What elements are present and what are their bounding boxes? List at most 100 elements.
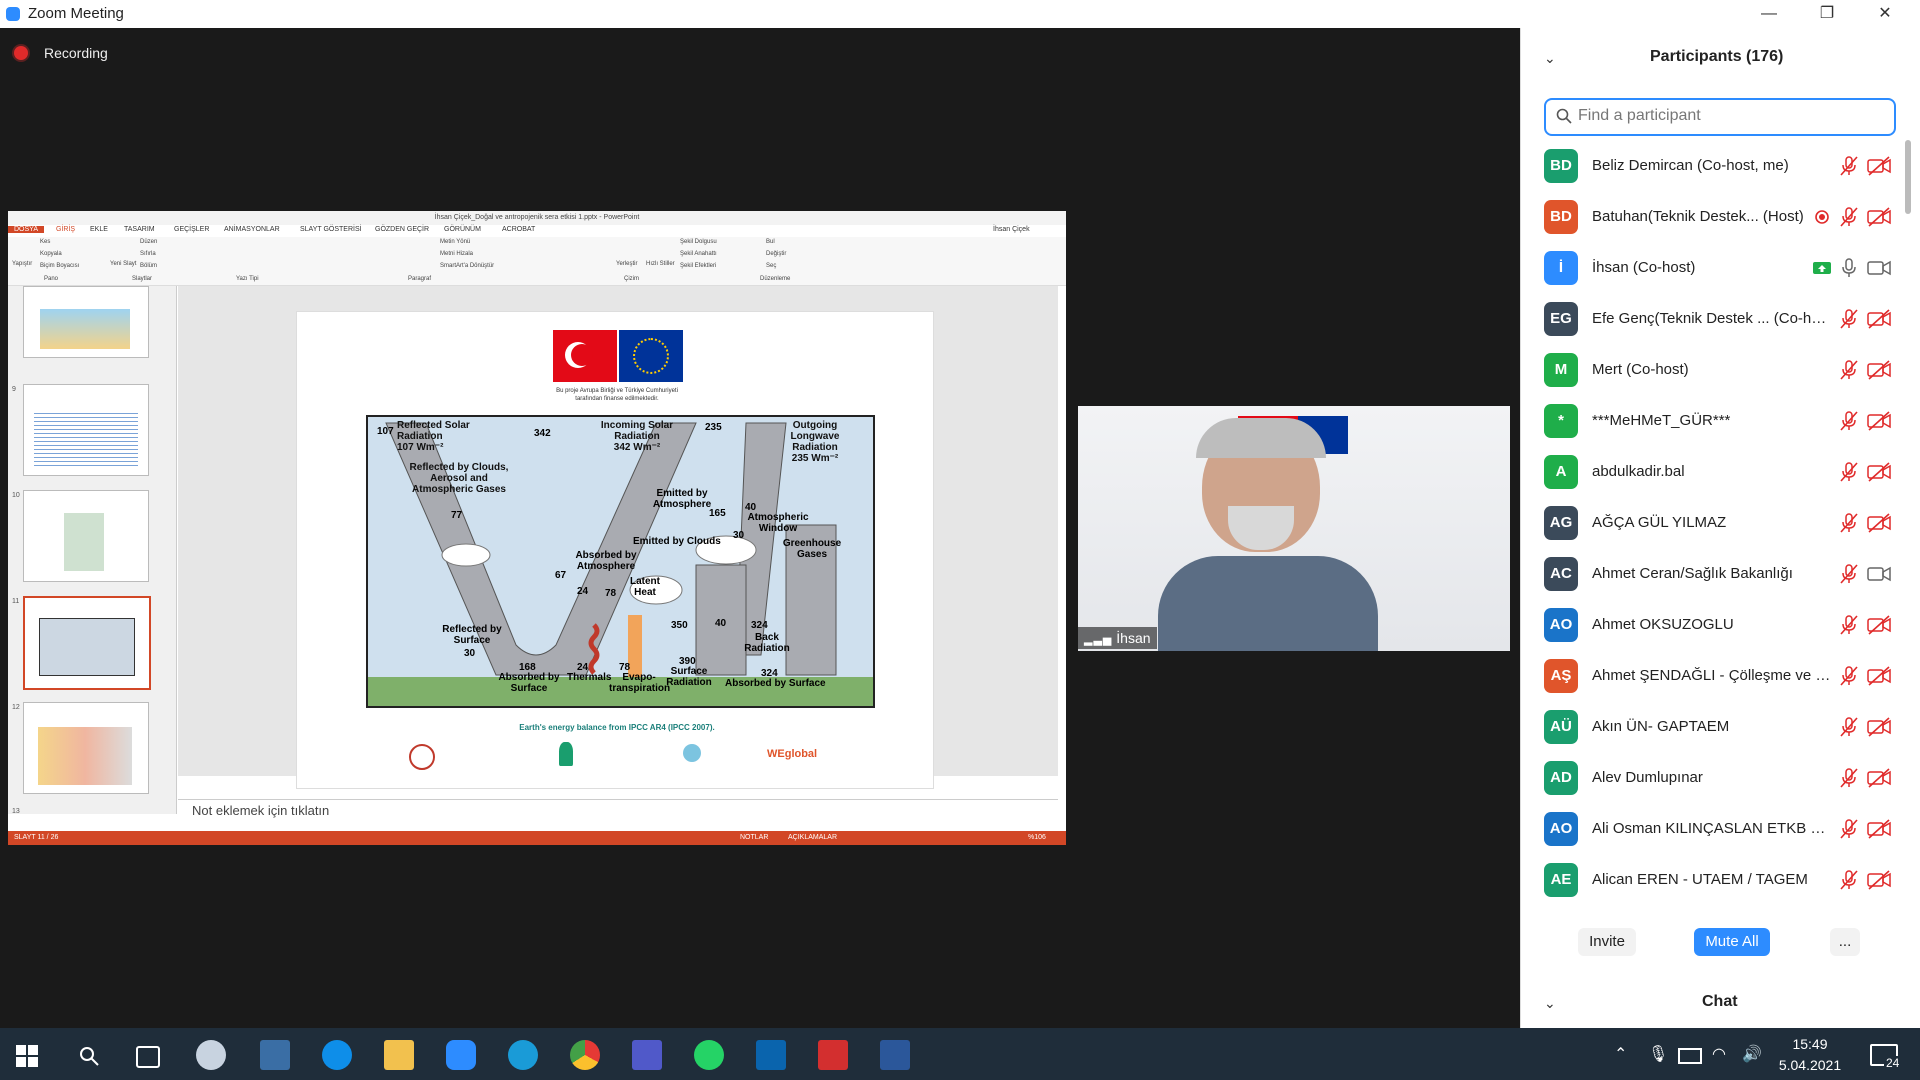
camera-off-icon[interactable] (1866, 715, 1892, 739)
collapse-participants-icon[interactable]: ⌄ (1544, 50, 1556, 67)
participant-row[interactable]: AÜ Akın ÜN- GAPTAEM (1520, 702, 1900, 753)
ppt-tab-giris[interactable]: GİRİŞ (56, 226, 75, 233)
file-explorer-icon[interactable] (384, 1040, 414, 1070)
calculator-icon[interactable] (260, 1040, 290, 1070)
slide-thumb-8[interactable] (23, 286, 149, 358)
camera-off-icon[interactable] (1866, 664, 1892, 688)
tray-wifi-icon[interactable]: ◠ (1712, 1044, 1726, 1064)
search-taskbar-icon[interactable] (78, 1045, 100, 1067)
mic-muted-icon[interactable] (1838, 358, 1860, 382)
ppt-tab-gorunum[interactable]: GÖRÜNÜM (444, 226, 481, 233)
ppt-tab-animasyonlar[interactable]: ANİMASYONLAR (224, 226, 280, 233)
ppt-tab-tasarim[interactable]: TASARIM (124, 226, 155, 233)
more-options-button[interactable]: ... (1830, 928, 1860, 956)
participant-list-scrollbar[interactable] (1905, 140, 1911, 214)
ppt-sekil-anahati[interactable]: Şekil Anahattı (680, 251, 717, 257)
participant-row[interactable]: BD Beliz Demircan (Co-host, me) (1520, 141, 1900, 192)
ppt-tab-dosya[interactable]: DOSYA (8, 226, 44, 233)
tray-battery-icon[interactable] (1678, 1048, 1702, 1064)
camera-off-icon[interactable] (1866, 205, 1892, 229)
teamviewer-icon[interactable] (322, 1040, 352, 1070)
taskbar-time[interactable]: 15:49 (1780, 1036, 1840, 1052)
mic-muted-icon[interactable] (1838, 511, 1860, 535)
tray-volume-icon[interactable]: 🔊 (1742, 1044, 1762, 1064)
ppt-zoom-level[interactable]: %106 (1028, 831, 1046, 845)
camera-off-icon[interactable] (1866, 817, 1892, 841)
participant-row[interactable]: BD Batuhan(Teknik Destek... (Host) (1520, 192, 1900, 243)
mic-muted-icon[interactable] (1838, 868, 1860, 892)
participant-row[interactable]: AG AĞÇA GÜL YILMAZ (1520, 498, 1900, 549)
ppt-hizli-stiller[interactable]: Hızlı Stiller (646, 261, 675, 267)
slide-thumb-12[interactable] (23, 702, 149, 794)
teams-icon[interactable] (632, 1040, 662, 1070)
snipping-tool-icon[interactable] (196, 1040, 226, 1070)
ppt-yeni-slayt[interactable]: Yeni Slayt (110, 261, 136, 267)
ppt-notlar-button[interactable]: NOTLAR (740, 831, 768, 845)
mic-muted-icon[interactable] (1838, 613, 1860, 637)
participant-row[interactable]: M Mert (Co-host) (1520, 345, 1900, 396)
mic-muted-icon[interactable] (1838, 409, 1860, 433)
mic-muted-icon[interactable] (1838, 307, 1860, 331)
ppt-tab-ekle[interactable]: EKLE (90, 226, 108, 233)
tray-chevron-icon[interactable]: ⌃ (1614, 1044, 1627, 1064)
internet-explorer-icon[interactable] (508, 1040, 538, 1070)
participant-row[interactable]: AO Ahmet OKSUZOGLU (1520, 600, 1900, 651)
mic-muted-icon[interactable] (1838, 715, 1860, 739)
word-icon[interactable] (880, 1040, 910, 1070)
zoom-taskbar-icon[interactable] (446, 1040, 476, 1070)
camera-off-icon[interactable] (1866, 409, 1892, 433)
ppt-metin-yonu[interactable]: Metin Yönü (440, 239, 470, 245)
camera-off-icon[interactable] (1866, 358, 1892, 382)
ppt-smartart[interactable]: SmartArt'a Dönüştür (440, 263, 494, 269)
ppt-sekil-efektleri[interactable]: Şekil Efektleri (680, 263, 716, 269)
mic-muted-icon[interactable] (1838, 460, 1860, 484)
ppt-thumbnail-pane[interactable]: 9 10 11 12 13 (8, 286, 177, 815)
outlook-icon[interactable] (756, 1040, 786, 1070)
participant-row[interactable]: AE Alican EREN - UTAEM / TAGEM (1520, 855, 1900, 906)
ppt-degistir[interactable]: Değiştir (766, 251, 786, 257)
camera-off-icon[interactable] (1866, 511, 1892, 535)
ppt-sec[interactable]: Seç (766, 263, 776, 269)
ppt-aciklamalar-button[interactable]: AÇIKLAMALAR (788, 831, 837, 845)
tray-microphone-icon[interactable]: 🎙 (1648, 1044, 1668, 1064)
slide-thumb-9[interactable] (23, 384, 149, 476)
ppt-sekil-dolgusu[interactable]: Şekil Dolgusu (680, 239, 717, 245)
camera-off-icon[interactable] (1866, 460, 1892, 484)
mic-muted-icon[interactable] (1838, 664, 1860, 688)
participant-row[interactable]: Aabdulkadir.bal (1520, 447, 1900, 498)
ppt-bolum[interactable]: Bölüm (140, 263, 157, 269)
camera-off-icon[interactable] (1866, 154, 1892, 178)
minimize-button[interactable]: — (1746, 2, 1792, 26)
camera-off-icon[interactable] (1866, 766, 1892, 790)
mic-on-icon[interactable] (1838, 256, 1860, 280)
ppt-duzen[interactable]: Düzen (140, 239, 157, 245)
ppt-kes[interactable]: Kes (40, 239, 50, 245)
ppt-tab-slayt-gosterisi[interactable]: SLAYT GÖSTERİSİ (300, 226, 362, 233)
mic-muted-icon[interactable] (1838, 562, 1860, 586)
mic-muted-icon[interactable] (1838, 766, 1860, 790)
restore-button[interactable]: ❐ (1804, 2, 1850, 26)
camera-off-icon[interactable] (1866, 613, 1892, 637)
windows-start-icon[interactable] (16, 1045, 38, 1067)
participant-row[interactable]: AC Ahmet Ceran/Sağlık Bakanlığı (1520, 549, 1900, 600)
ppt-bicim-boyacisi[interactable]: Biçim Boyacısı (40, 263, 79, 269)
chrome-icon[interactable] (570, 1040, 600, 1070)
ppt-yerlestir[interactable]: Yerleştir (616, 261, 637, 267)
mute-all-button[interactable]: Mute All (1694, 928, 1770, 956)
invite-button[interactable]: Invite (1578, 928, 1636, 956)
mic-muted-icon[interactable] (1838, 154, 1860, 178)
participant-row[interactable]: İ İhsan (Co-host) (1520, 243, 1900, 294)
ppt-metni-hizala[interactable]: Metni Hizala (440, 251, 473, 257)
taskbar-date[interactable]: 5.04.2021 (1770, 1057, 1850, 1073)
ppt-yapistir[interactable]: Yapıştır (12, 261, 32, 267)
ppt-tab-acrobat[interactable]: ACROBAT (502, 226, 535, 233)
chat-title[interactable]: Chat (1702, 993, 1738, 1011)
ppt-sifirla[interactable]: Sıfırla (140, 251, 156, 257)
collapse-chat-icon[interactable]: ⌄ (1544, 995, 1556, 1012)
participant-row[interactable]: AD Alev Dumlupınar (1520, 753, 1900, 804)
ppt-kopyala[interactable]: Kopyala (40, 251, 62, 257)
mic-muted-icon[interactable] (1838, 205, 1860, 229)
ppt-tab-gozden-gecir[interactable]: GÖZDEN GEÇİR (375, 226, 429, 233)
participant-row[interactable]: AŞ Ahmet ŞENDAĞLI - Çölleşme ve E... (1520, 651, 1900, 702)
ppt-tab-gecisler[interactable]: GEÇİŞLER (174, 226, 209, 233)
